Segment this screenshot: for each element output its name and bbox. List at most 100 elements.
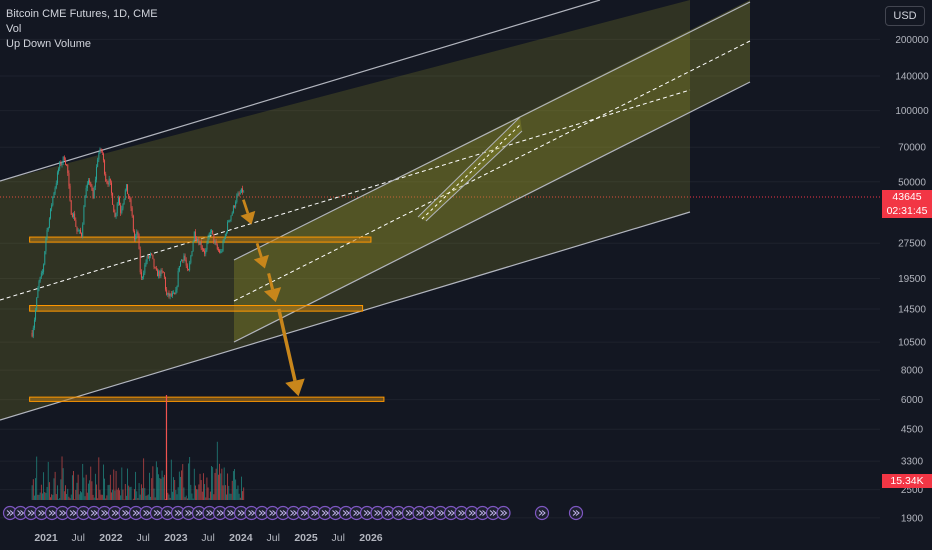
currency-button[interactable]: USD [885,6,925,26]
candle-body [243,191,245,193]
symbol-title[interactable]: Bitcoin CME Futures, 1D, CME [6,7,158,22]
candle-body [91,185,93,190]
candle-body [214,241,216,243]
candle-body [132,215,134,231]
volume-bar [180,476,181,500]
candle-body [123,198,125,204]
volume-bar [47,461,49,500]
price-chart[interactable]: 200000 140000 100000 70000 50000 27500 19500 14… [0,0,932,550]
volume-bar [38,494,40,500]
volume-bar [114,490,116,500]
volume-bar [70,494,72,500]
volume-bar [146,495,148,500]
candle-body [223,238,225,242]
candle-body [121,208,123,213]
candle-body [238,193,240,195]
candle-body [167,292,169,295]
volume-bar [90,466,92,500]
candle-body [242,188,244,192]
candle-body [140,272,142,278]
volume-bar [123,499,125,500]
volume-bar [76,482,78,500]
volume-bar [237,485,239,500]
candle-body [227,222,229,233]
candle-body [232,205,234,213]
volume-bar [243,487,245,500]
time-tick-label: 2025 [294,532,318,544]
updown-volume-label[interactable]: Up Down Volume [6,37,158,52]
candle-body [75,220,77,227]
volume-bar [85,474,87,500]
candle-body [119,197,120,206]
countdown-label: 02:31:45 [882,204,932,218]
volume-bar [35,478,36,500]
candle-body [190,256,192,263]
candle-body [148,256,150,259]
candle-body [176,286,178,290]
candle-body [191,251,193,257]
volume-bar [185,495,187,500]
candle-body [36,297,38,310]
volume-bar [205,497,207,500]
volume-bar [44,492,46,500]
support-zone [29,305,364,312]
candle-body [239,192,241,194]
volume-bar [142,488,143,500]
volume-bar [218,474,219,500]
volume-bar [186,498,188,500]
candle-body [173,292,175,294]
candle-body [113,204,115,213]
vol-indicator-label[interactable]: Vol [6,22,158,37]
volume-bar [238,493,240,500]
candle-body [51,205,53,209]
volume-bar [108,484,110,500]
volume-bar [198,484,200,500]
volume-bar [115,470,117,500]
volume-bar [214,472,216,500]
volume-bar [173,477,174,500]
candle-body [97,159,99,167]
candle-body [189,262,191,271]
candle-body [138,234,140,250]
candle-body [199,242,201,245]
price-tick-label: 1900 [901,513,924,524]
candle-body [78,229,80,231]
candle-body [53,192,55,197]
time-tick-label: 2023 [164,532,188,544]
volume-bar [162,477,164,500]
volume-bar [91,481,93,500]
candle-body [68,173,70,186]
candle-body [39,276,41,282]
candle-body [104,160,106,174]
candle-body [171,293,173,296]
candle-body [236,195,238,203]
volume-bar [239,497,241,500]
candle-body [90,182,92,186]
volume-bar [78,494,80,500]
volume-bar [52,494,54,500]
volume-bar [174,479,176,500]
candle-body [203,249,204,252]
volume-bar [177,487,179,500]
candle-body [226,232,227,234]
volume-bar [77,474,79,500]
volume-bar [37,494,39,500]
candle-body [79,229,81,234]
volume-bar [227,473,229,500]
volume-bar [138,483,140,500]
candle-body [229,219,231,222]
candle-body [170,293,172,296]
volume-bar [161,470,163,500]
candle-body [219,250,221,253]
volume-bar [127,468,128,500]
candle-body [144,265,146,274]
volume-bar [34,495,35,500]
candle-body [221,250,223,252]
candle-body [63,156,65,161]
candle-body [128,194,130,199]
volume-bar [157,467,158,500]
candle-body [209,232,211,234]
candle-body [155,268,157,271]
volume-bar [50,497,51,500]
candle-body [114,212,116,217]
